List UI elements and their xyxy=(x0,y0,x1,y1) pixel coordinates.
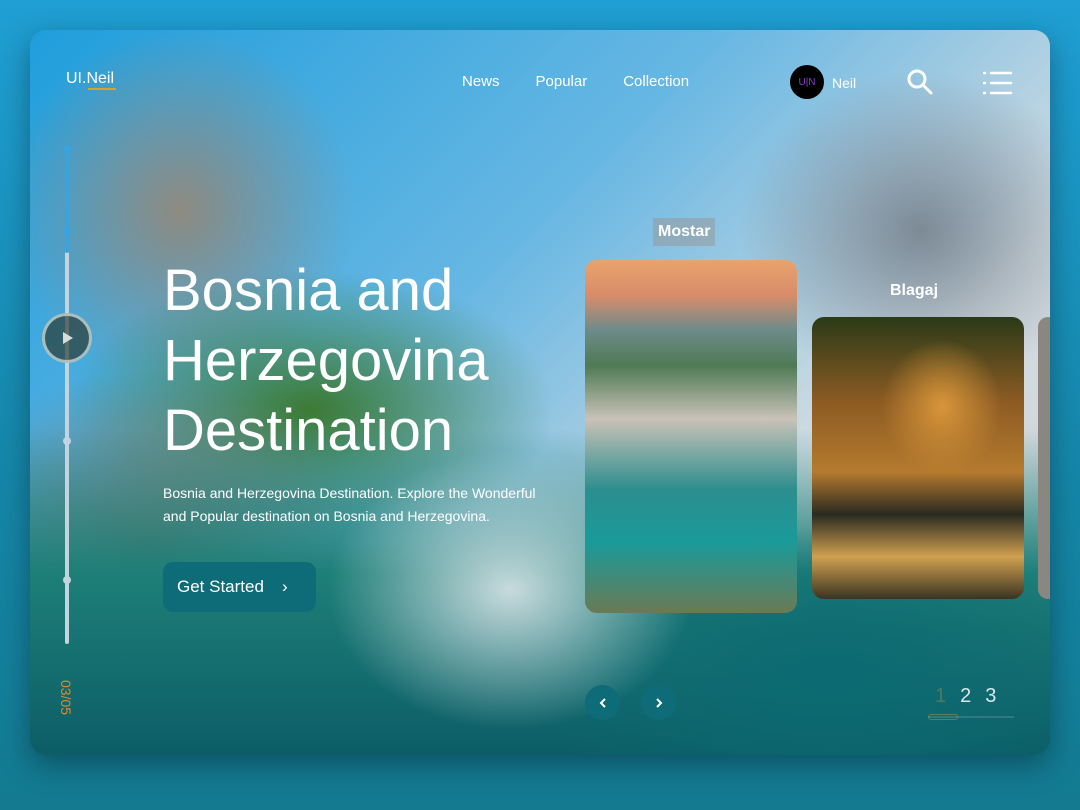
logo-underline xyxy=(88,88,116,90)
destination-card-mostar[interactable] xyxy=(585,260,797,613)
pagination: 1 2 3 xyxy=(935,685,996,708)
prev-button[interactable] xyxy=(585,685,620,720)
timeline-dot[interactable] xyxy=(63,227,71,235)
destination-label-blagaj: Blagaj xyxy=(890,282,939,299)
timeline-dot[interactable] xyxy=(63,576,71,584)
nav-collection[interactable]: Collection xyxy=(623,73,689,90)
page-1[interactable]: 1 xyxy=(935,685,946,708)
play-icon xyxy=(63,332,73,344)
nav-popular[interactable]: Popular xyxy=(536,73,588,90)
timeline-progress xyxy=(65,147,69,253)
chevron-right-icon: › xyxy=(281,577,288,596)
main-nav: News Popular Collection xyxy=(462,73,689,90)
search-icon[interactable] xyxy=(906,68,934,96)
hero-description: Bosnia and Herzegovina Destination. Expl… xyxy=(163,485,536,524)
get-started-button[interactable]: Get Started › xyxy=(163,562,316,612)
chevron-right-icon xyxy=(655,697,662,708)
play-button[interactable] xyxy=(42,313,92,363)
timeline-dot[interactable] xyxy=(63,437,71,445)
avatar[interactable]: U|N xyxy=(790,65,824,99)
hero-title: Bosnia and Herzegovina Destination xyxy=(163,258,489,463)
pagination-indicator xyxy=(928,714,958,720)
destination-card-blagaj[interactable] xyxy=(812,317,1024,599)
timeline-dot[interactable] xyxy=(63,145,71,153)
page-2[interactable]: 2 xyxy=(960,685,971,708)
logo[interactable]: UI.Neil xyxy=(66,70,114,88)
nav-news[interactable]: News xyxy=(462,73,500,90)
get-started-label: Get Started xyxy=(177,577,264,596)
menu-icon[interactable] xyxy=(983,71,1013,95)
user-name[interactable]: Neil xyxy=(832,75,856,91)
page-3[interactable]: 3 xyxy=(985,685,996,708)
timeline-slider[interactable] xyxy=(63,145,71,644)
hero-card: UI.Neil News Popular Collection U|N Neil… xyxy=(30,30,1050,755)
next-button[interactable] xyxy=(641,685,676,720)
destination-card-next[interactable] xyxy=(1038,317,1050,599)
destination-label-mostar: Mostar xyxy=(653,218,716,246)
chevron-left-icon xyxy=(599,697,606,708)
slide-counter: 03/05 xyxy=(58,680,74,716)
